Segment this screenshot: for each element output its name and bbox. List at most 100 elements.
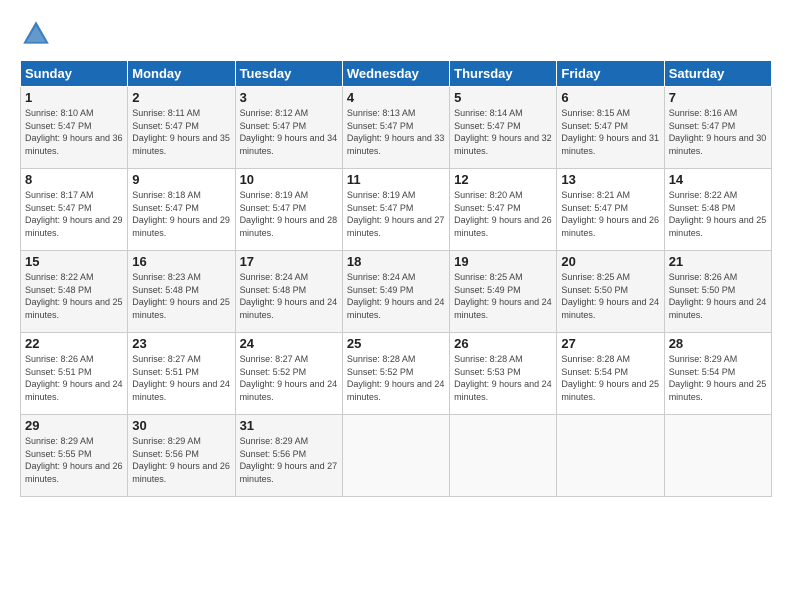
day-cell: 13 Sunrise: 8:21 AM Sunset: 5:47 PM Dayli… <box>557 169 664 251</box>
day-cell: 24 Sunrise: 8:27 AM Sunset: 5:52 PM Dayli… <box>235 333 342 415</box>
day-info: Sunrise: 8:28 AM Sunset: 5:52 PM Dayligh… <box>347 353 445 403</box>
day-info: Sunrise: 8:28 AM Sunset: 5:54 PM Dayligh… <box>561 353 659 403</box>
day-info: Sunrise: 8:11 AM Sunset: 5:47 PM Dayligh… <box>132 107 230 157</box>
day-number: 15 <box>25 254 123 269</box>
day-cell: 3 Sunrise: 8:12 AM Sunset: 5:47 PM Daylig… <box>235 87 342 169</box>
day-cell: 22 Sunrise: 8:26 AM Sunset: 5:51 PM Dayli… <box>21 333 128 415</box>
day-cell: 21 Sunrise: 8:26 AM Sunset: 5:50 PM Dayli… <box>664 251 771 333</box>
day-header-sunday: Sunday <box>21 61 128 87</box>
day-number: 29 <box>25 418 123 433</box>
day-cell: 25 Sunrise: 8:28 AM Sunset: 5:52 PM Dayli… <box>342 333 449 415</box>
day-info: Sunrise: 8:20 AM Sunset: 5:47 PM Dayligh… <box>454 189 552 239</box>
day-cell: 12 Sunrise: 8:20 AM Sunset: 5:47 PM Dayli… <box>450 169 557 251</box>
day-info: Sunrise: 8:15 AM Sunset: 5:47 PM Dayligh… <box>561 107 659 157</box>
day-header-saturday: Saturday <box>664 61 771 87</box>
day-cell: 30 Sunrise: 8:29 AM Sunset: 5:56 PM Dayli… <box>128 415 235 497</box>
day-info: Sunrise: 8:29 AM Sunset: 5:55 PM Dayligh… <box>25 435 123 485</box>
logo <box>20 18 56 50</box>
day-info: Sunrise: 8:26 AM Sunset: 5:51 PM Dayligh… <box>25 353 123 403</box>
day-cell: 14 Sunrise: 8:22 AM Sunset: 5:48 PM Dayli… <box>664 169 771 251</box>
week-row-2: 8 Sunrise: 8:17 AM Sunset: 5:47 PM Daylig… <box>21 169 772 251</box>
day-number: 13 <box>561 172 659 187</box>
day-cell <box>664 415 771 497</box>
day-number: 31 <box>240 418 338 433</box>
week-row-4: 22 Sunrise: 8:26 AM Sunset: 5:51 PM Dayli… <box>21 333 772 415</box>
day-number: 8 <box>25 172 123 187</box>
day-number: 18 <box>347 254 445 269</box>
day-cell: 1 Sunrise: 8:10 AM Sunset: 5:47 PM Daylig… <box>21 87 128 169</box>
day-cell: 11Sunrise: 8:19 AM Sunset: 5:47 PM Dayli… <box>342 169 449 251</box>
day-info: Sunrise: 8:28 AM Sunset: 5:53 PM Dayligh… <box>454 353 552 403</box>
day-info: Sunrise: 8:12 AM Sunset: 5:47 PM Dayligh… <box>240 107 338 157</box>
day-cell: 4 Sunrise: 8:13 AM Sunset: 5:47 PM Daylig… <box>342 87 449 169</box>
header <box>20 18 772 50</box>
week-row-3: 15 Sunrise: 8:22 AM Sunset: 5:48 PM Dayli… <box>21 251 772 333</box>
day-cell: 29 Sunrise: 8:29 AM Sunset: 5:55 PM Dayli… <box>21 415 128 497</box>
day-header-monday: Monday <box>128 61 235 87</box>
day-number: 30 <box>132 418 230 433</box>
calendar-table: SundayMondayTuesdayWednesdayThursdayFrid… <box>20 60 772 497</box>
day-number: 12 <box>454 172 552 187</box>
day-header-wednesday: Wednesday <box>342 61 449 87</box>
day-cell: 10 Sunrise: 8:19 AM Sunset: 5:47 PM Dayli… <box>235 169 342 251</box>
day-number: 27 <box>561 336 659 351</box>
day-cell: 17 Sunrise: 8:24 AM Sunset: 5:48 PM Dayli… <box>235 251 342 333</box>
day-number: 28 <box>669 336 767 351</box>
day-cell: 8 Sunrise: 8:17 AM Sunset: 5:47 PM Daylig… <box>21 169 128 251</box>
day-number: 22 <box>25 336 123 351</box>
day-info: Sunrise: 8:24 AM Sunset: 5:49 PM Dayligh… <box>347 271 445 321</box>
day-number: 2 <box>132 90 230 105</box>
day-cell: 9 Sunrise: 8:18 AM Sunset: 5:47 PM Daylig… <box>128 169 235 251</box>
page: SundayMondayTuesdayWednesdayThursdayFrid… <box>0 0 792 507</box>
day-info: Sunrise: 8:25 AM Sunset: 5:50 PM Dayligh… <box>561 271 659 321</box>
day-info: Sunrise: 8:29 AM Sunset: 5:56 PM Dayligh… <box>132 435 230 485</box>
day-cell: 23Sunrise: 8:27 AM Sunset: 5:51 PM Dayli… <box>128 333 235 415</box>
day-number: 19 <box>454 254 552 269</box>
day-cell: 28 Sunrise: 8:29 AM Sunset: 5:54 PM Dayli… <box>664 333 771 415</box>
day-info: Sunrise: 8:26 AM Sunset: 5:50 PM Dayligh… <box>669 271 767 321</box>
day-number: 17 <box>240 254 338 269</box>
day-cell: 18 Sunrise: 8:24 AM Sunset: 5:49 PM Dayli… <box>342 251 449 333</box>
day-info: Sunrise: 8:14 AM Sunset: 5:47 PM Dayligh… <box>454 107 552 157</box>
day-cell: 26Sunrise: 8:28 AM Sunset: 5:53 PM Dayli… <box>450 333 557 415</box>
day-info: Sunrise: 8:13 AM Sunset: 5:47 PM Dayligh… <box>347 107 445 157</box>
day-cell: 15 Sunrise: 8:22 AM Sunset: 5:48 PM Dayli… <box>21 251 128 333</box>
day-cell <box>450 415 557 497</box>
day-cell: 5 Sunrise: 8:14 AM Sunset: 5:47 PM Daylig… <box>450 87 557 169</box>
day-info: Sunrise: 8:23 AM Sunset: 5:48 PM Dayligh… <box>132 271 230 321</box>
day-number: 20 <box>561 254 659 269</box>
day-info: Sunrise: 8:29 AM Sunset: 5:54 PM Dayligh… <box>669 353 767 403</box>
day-header-friday: Friday <box>557 61 664 87</box>
day-info: Sunrise: 8:24 AM Sunset: 5:48 PM Dayligh… <box>240 271 338 321</box>
day-cell: 7 Sunrise: 8:16 AM Sunset: 5:47 PM Daylig… <box>664 87 771 169</box>
day-cell: 31Sunrise: 8:29 AM Sunset: 5:56 PM Dayli… <box>235 415 342 497</box>
day-cell: 19 Sunrise: 8:25 AM Sunset: 5:49 PM Dayli… <box>450 251 557 333</box>
day-number: 7 <box>669 90 767 105</box>
day-number: 24 <box>240 336 338 351</box>
day-info: Sunrise: 8:25 AM Sunset: 5:49 PM Dayligh… <box>454 271 552 321</box>
day-info: Sunrise: 8:21 AM Sunset: 5:47 PM Dayligh… <box>561 189 659 239</box>
day-info: Sunrise: 8:10 AM Sunset: 5:47 PM Dayligh… <box>25 107 123 157</box>
day-number: 23 <box>132 336 230 351</box>
day-header-tuesday: Tuesday <box>235 61 342 87</box>
day-number: 5 <box>454 90 552 105</box>
day-info: Sunrise: 8:19 AM Sunset: 5:47 PM Dayligh… <box>240 189 338 239</box>
day-info: Sunrise: 8:17 AM Sunset: 5:47 PM Dayligh… <box>25 189 123 239</box>
day-info: Sunrise: 8:27 AM Sunset: 5:52 PM Dayligh… <box>240 353 338 403</box>
day-number: 21 <box>669 254 767 269</box>
day-number: 25 <box>347 336 445 351</box>
day-number: 11 <box>347 172 445 187</box>
day-number: 9 <box>132 172 230 187</box>
day-info: Sunrise: 8:22 AM Sunset: 5:48 PM Dayligh… <box>669 189 767 239</box>
day-number: 14 <box>669 172 767 187</box>
calendar-header-row: SundayMondayTuesdayWednesdayThursdayFrid… <box>21 61 772 87</box>
day-number: 3 <box>240 90 338 105</box>
day-info: Sunrise: 8:16 AM Sunset: 5:47 PM Dayligh… <box>669 107 767 157</box>
day-cell <box>342 415 449 497</box>
day-info: Sunrise: 8:22 AM Sunset: 5:48 PM Dayligh… <box>25 271 123 321</box>
day-info: Sunrise: 8:18 AM Sunset: 5:47 PM Dayligh… <box>132 189 230 239</box>
day-number: 4 <box>347 90 445 105</box>
day-number: 16 <box>132 254 230 269</box>
day-number: 10 <box>240 172 338 187</box>
day-number: 1 <box>25 90 123 105</box>
